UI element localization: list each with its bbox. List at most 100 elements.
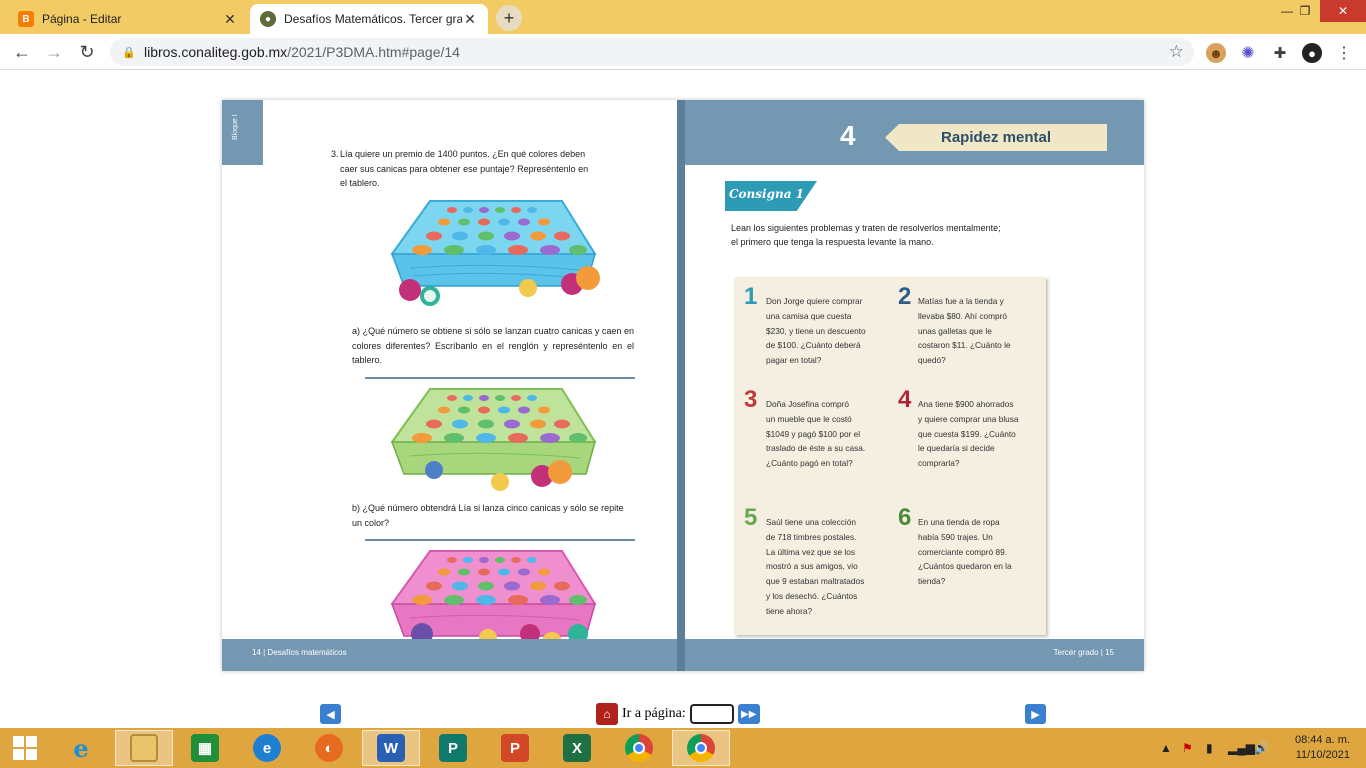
problem-line: comprarla? [918,458,960,469]
answer-line-b[interactable] [365,539,635,541]
home-icon[interactable]: ⌂ [596,703,618,725]
edge-icon[interactable]: e [238,730,296,766]
forward-button[interactable]: → [42,40,66,64]
left-footer: 14 | Desafíos matemáticos [222,639,677,671]
problem-number: 4 [898,386,912,413]
file-explorer-icon[interactable] [115,730,173,766]
book-spread: Bloque I 3. Lía quiere un premio de 1400… [222,100,1144,671]
extension-icon[interactable]: ☻ [1206,43,1226,63]
problem-line: que cuesta $199. ¿Cuánto [918,428,1016,439]
powerpoint-icon[interactable]: P [486,730,544,766]
problem-5: Saúl tiene una colección de 718 timbres … [766,515,894,619]
close-tab-icon[interactable]: ✕ [222,11,238,28]
folder-glyph [130,734,158,762]
new-tab-button[interactable]: + [496,5,522,31]
goto-page-control: ⌂ Ir a página: ▶▶ [596,702,760,726]
microsoft-store-icon[interactable]: ▦ [176,730,234,766]
question-number: 3. [331,149,339,159]
problem-line: de 718 timbres postales. [766,531,857,542]
back-button[interactable]: ← [10,40,34,64]
problem-line: $1049 y pagó $100 por el [766,428,861,439]
previous-page-button[interactable]: ◀ [320,704,341,724]
powerpoint-glyph: P [501,734,529,762]
problem-3: Doña Josefina compró un mueble que le co… [766,397,894,471]
seal-icon: ● [260,11,276,27]
instruction-line: el primero que tenga la respuesta levant… [731,237,934,247]
windows-logo-icon [13,736,37,760]
chrome-icon[interactable] [610,730,668,766]
problem-line: En una tienda de ropa [918,517,1000,527]
url-path: /2021/P3DMA.htm#page/14 [287,44,460,60]
next-page-button[interactable]: ▶ [1025,704,1046,724]
problem-line: le quedaría si decide [918,443,995,454]
internet-explorer-icon[interactable]: e [52,730,110,766]
game-board-blue [390,200,600,306]
close-window-button[interactable]: ✕ [1320,0,1366,22]
firefox-icon[interactable]: ◐ [300,730,358,766]
windows-start-icon[interactable] [0,730,50,766]
tab-desafios[interactable]: ● Desafíos Matemáticos. Tercer gra ✕ [250,4,488,34]
extension-icon[interactable]: ✺ [1238,43,1258,63]
problem-number: 6 [898,504,912,531]
tab-strip: B Página - Editar ✕ ● Desafíos Matemátic… [0,0,1366,34]
profile-avatar[interactable]: ● [1302,43,1322,63]
problem-line: mostró a sus amigos, vio [766,561,858,572]
problem-1: Don Jorge quiere comprar una camisa que … [766,294,894,368]
book-viewer: Bloque I 3. Lía quiere un premio de 1400… [0,71,1366,726]
problem-line: Ana tiene $900 ahorrados [918,399,1014,409]
instructions: Lean los siguientes problemas y traten d… [731,221,1051,249]
problem-line: quedó? [918,355,946,366]
menu-icon[interactable]: ⋮ [1334,43,1354,63]
browser-toolbar: ← → ↻ 🔒 libros.conaliteg.gob.mx/2021/P3D… [0,34,1366,70]
reload-button[interactable]: ↻ [75,40,99,64]
consigna-label: Consigna 1 [725,181,817,211]
lesson-number: 4 [840,120,856,151]
problem-line: llevaba $80. Ahí compró [918,310,1008,321]
problem-line: traslado de éste a su casa. [766,443,866,454]
problem-line: un mueble que le costó [766,413,852,424]
problem-line: comerciante compró 89. [918,546,1008,557]
problem-line: unas galletas que le [918,325,992,336]
battery-icon[interactable]: ▮ [1206,728,1213,768]
go-to-page-button[interactable]: ▶▶ [737,704,760,724]
problem-line: Don Jorge quiere comprar [766,296,863,306]
problem-line: tienda? [918,576,946,587]
question-a: a) ¿Qué número se obtiene si sólo se lan… [352,326,634,365]
lesson-header: 4 Rapidez mental [685,100,1144,165]
problem-line: ¿Cuántos quedaron en la [918,561,1012,572]
network-icon[interactable]: ▂▄▆ [1228,728,1255,768]
word-icon[interactable]: W [362,730,420,766]
problem-line: había 590 trajes. Un [918,531,993,542]
problem-2: Matías fue a la tienda y llevaba $80. Ah… [918,294,1046,368]
problem-line: La última vez que se los [766,546,856,557]
problem-line: ¿Cuánto pagó en total? [766,458,853,469]
lock-icon: 🔒 [122,47,136,59]
excel-icon[interactable]: X [548,730,606,766]
problem-line: costaron $11. ¿Cuánto le [918,340,1011,351]
answer-line-a[interactable] [365,377,635,379]
blogger-icon: B [18,11,34,27]
action-center-icon[interactable]: ⚑ [1182,728,1193,768]
clock-time: 08:44 a. m. [1294,734,1350,746]
problem-6: En una tienda de ropa había 590 trajes. … [918,515,1046,589]
chrome-profile-icon[interactable] [672,730,730,766]
system-clock[interactable]: 08:44 a. m. 11/10/2021 [1284,733,1350,763]
lesson-title: Rapidez mental [885,124,1107,151]
excel-glyph: X [563,734,591,762]
extensions-puzzle-icon[interactable]: ✚ [1270,43,1290,63]
problem-number: 3 [744,386,758,413]
url-host: libros.conaliteg.gob.mx [144,44,288,60]
bookmark-star-icon[interactable]: ☆ [1169,42,1184,62]
volume-icon[interactable]: 🔊 [1254,728,1269,768]
bloque-label: Bloque I [232,114,239,140]
chrome-glyph [625,734,653,762]
tab-pagina-editar[interactable]: B Página - Editar ✕ [8,4,248,34]
page-number-input[interactable] [689,704,734,724]
problem-line: pagar en total? [766,355,822,366]
address-bar[interactable]: 🔒 libros.conaliteg.gob.mx/2021/P3DMA.htm… [110,38,1194,66]
close-tab-icon[interactable]: ✕ [462,11,478,28]
question-3: 3. Lía quiere un premio de 1400 puntos. … [331,147,636,191]
publisher-icon[interactable]: P [424,730,482,766]
show-hidden-icons[interactable]: ▲ [1160,728,1172,768]
edge-glyph: e [253,734,281,762]
